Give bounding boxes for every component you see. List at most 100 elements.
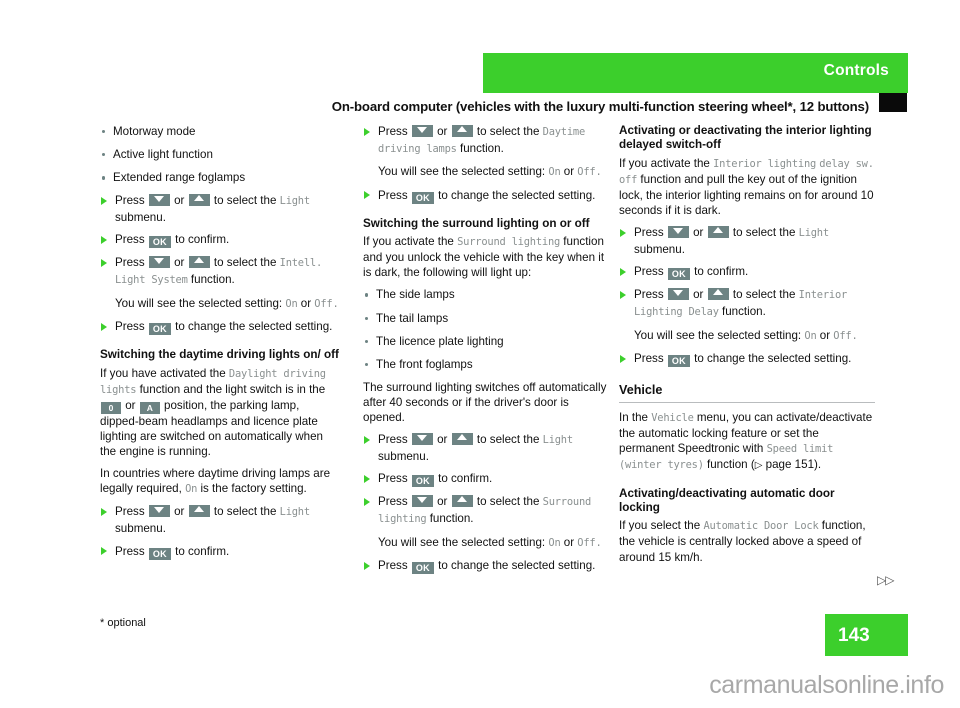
menu-name: Light <box>279 506 310 519</box>
up-arrow-key-icon <box>707 288 729 301</box>
up-arrow-key-icon <box>451 433 473 446</box>
heading-daytime-driving-lights: Switching the daytime driving lights on/… <box>100 348 339 362</box>
menu-name: Automatic Door Lock <box>703 520 819 533</box>
step-item: Press OK to confirm. <box>619 264 875 281</box>
ok-key-icon: OK <box>148 323 171 336</box>
setting-value-off: Off. <box>577 536 602 549</box>
down-arrow-key-icon <box>411 495 433 508</box>
step-item: Press OK to change the selected setting. <box>619 351 875 368</box>
paragraph-surround-auto-off: The surround lighting switches off autom… <box>363 380 607 425</box>
step-note: You will see the selected setting: On or… <box>115 296 339 310</box>
step-item: Press or to select the Surround lighting… <box>363 494 611 527</box>
heading-surround-lighting: Switching the surround lighting on or of… <box>363 216 590 230</box>
menu-name: lighting <box>378 512 427 525</box>
page-title: On-board computer (vehicles with the lux… <box>331 99 869 114</box>
surround-lamp-bullet-list: The side lamps The tail lamps The licenc… <box>363 287 611 371</box>
ok-key-icon: OK <box>667 268 690 281</box>
page-reference-arrow-icon: ▷ <box>754 460 763 472</box>
step-item: Press OK to confirm. <box>100 544 340 560</box>
down-arrow-key-icon <box>667 288 689 301</box>
list-item: The tail lamps <box>363 311 611 326</box>
paragraph-surround: If you activate the Surround lighting fu… <box>363 235 605 280</box>
continue-arrows-icon: ▷▷ <box>877 573 894 587</box>
list-item: Extended range foglamps <box>100 170 340 185</box>
down-arrow-key-icon <box>148 194 170 207</box>
menu-name: driving lamps <box>378 142 457 155</box>
setting-value-off: Off. <box>577 166 602 179</box>
page-number: 143 <box>838 625 870 646</box>
text-column-2: Press or to select the Daytime driving l… <box>363 124 611 581</box>
header-green-band: Controls <box>483 53 908 93</box>
light-switch-auto-icon: A <box>139 401 160 414</box>
menu-name: Surround lighting <box>457 236 561 249</box>
down-arrow-key-icon <box>148 505 170 518</box>
step-item: Press or to select the Light submenu. <box>619 225 875 257</box>
step-item: Press or to select the Intell. Light Sys… <box>100 255 340 288</box>
menu-name: Vehicle <box>651 412 694 425</box>
paragraph-daytime-1: If you have activated the Daylight drivi… <box>100 366 326 459</box>
ok-key-icon: OK <box>411 191 434 204</box>
paragraph-interior: If you activate the Interior lighting de… <box>619 156 874 218</box>
setting-value-on: On <box>185 483 198 496</box>
step-item: Press or to select the Light submenu. <box>363 432 611 464</box>
light-switch-off-icon: 0 <box>101 401 121 414</box>
setting-value-off: Off. <box>833 329 858 342</box>
menu-name: Light <box>542 434 573 447</box>
step-note: You will see the selected setting: On or… <box>378 535 602 549</box>
menu-name: Interior <box>798 289 848 302</box>
setting-value-on: On <box>548 536 561 549</box>
step-note: You will see the selected setting: On or… <box>378 165 602 179</box>
page-reference: page 151). <box>765 458 822 472</box>
step-item: Press OK to change the selected setting. <box>100 319 340 336</box>
menu-name: Light <box>798 227 829 240</box>
menu-name: Daytime <box>542 126 586 138</box>
text-column-3: Activating or deactivating the interior … <box>619 124 875 572</box>
list-item: Active light function <box>100 147 340 162</box>
footnote-optional: * optional <box>100 617 146 629</box>
down-arrow-key-icon <box>411 125 433 137</box>
step-list-interior: Press or to select the Light submenu. Pr… <box>619 225 875 368</box>
page-number-badge: 143 <box>825 614 908 656</box>
up-arrow-key-icon <box>451 495 473 508</box>
step-list-light-submenu: Press or to select the Light submenu. Pr… <box>100 193 340 336</box>
up-arrow-key-icon <box>188 256 210 269</box>
list-item: The side lamps <box>363 287 611 302</box>
step-item: Press OK to confirm. <box>363 471 611 488</box>
text-column-1: Motorway mode Active light function Exte… <box>100 124 340 567</box>
menu-name: Light System <box>115 274 188 287</box>
heading-automatic-door-locking: Activating/deactivating automatic door l… <box>619 486 835 514</box>
watermark: carmanualsonline.info <box>709 671 944 699</box>
paragraph-vehicle: In the Vehicle menu, you can activate/de… <box>619 411 873 472</box>
down-arrow-key-icon <box>411 433 433 446</box>
page-content: Motorway mode Active light function Exte… <box>0 124 960 604</box>
ok-key-icon: OK <box>667 355 690 368</box>
up-arrow-key-icon <box>188 505 210 518</box>
chapter-tab-marker <box>879 93 907 112</box>
ok-key-icon: OK <box>411 562 434 575</box>
step-list-surround: Press or to select the Light submenu. Pr… <box>363 432 611 575</box>
list-item: Motorway mode <box>100 124 340 139</box>
feature-bullet-list: Motorway mode Active light function Exte… <box>100 124 340 185</box>
step-item: Press OK to change the selected setting. <box>363 558 611 575</box>
step-item: Press or to select the Daytime driving l… <box>363 124 611 157</box>
down-arrow-key-icon <box>148 256 170 269</box>
setting-value-on: On <box>548 166 561 179</box>
step-item: Press or to select the Light submenu. <box>100 193 340 225</box>
down-arrow-key-icon <box>667 226 689 239</box>
menu-name: Interior lighting <box>713 157 817 170</box>
paragraph-daytime-2: In countries where daytime driving lamps… <box>100 467 331 496</box>
step-list-daytime-lamps: Press or to select the Daytime driving l… <box>363 124 611 204</box>
heading-vehicle-section: Vehicle <box>619 383 875 404</box>
header-chapter-label: Controls <box>823 62 889 79</box>
list-item: The front foglamps <box>363 357 611 372</box>
setting-value-off: Off. <box>314 297 339 310</box>
menu-name: Intell. <box>279 257 323 270</box>
up-arrow-key-icon <box>451 125 473 137</box>
up-arrow-key-icon <box>188 194 210 207</box>
menu-name: Lighting Delay <box>634 305 719 318</box>
step-note: You will see the selected setting: On or… <box>634 328 858 342</box>
list-item: The licence plate lighting <box>363 334 611 349</box>
menu-name: Light <box>279 195 310 208</box>
setting-value-on: On <box>804 329 817 342</box>
ok-key-icon: OK <box>148 236 171 249</box>
